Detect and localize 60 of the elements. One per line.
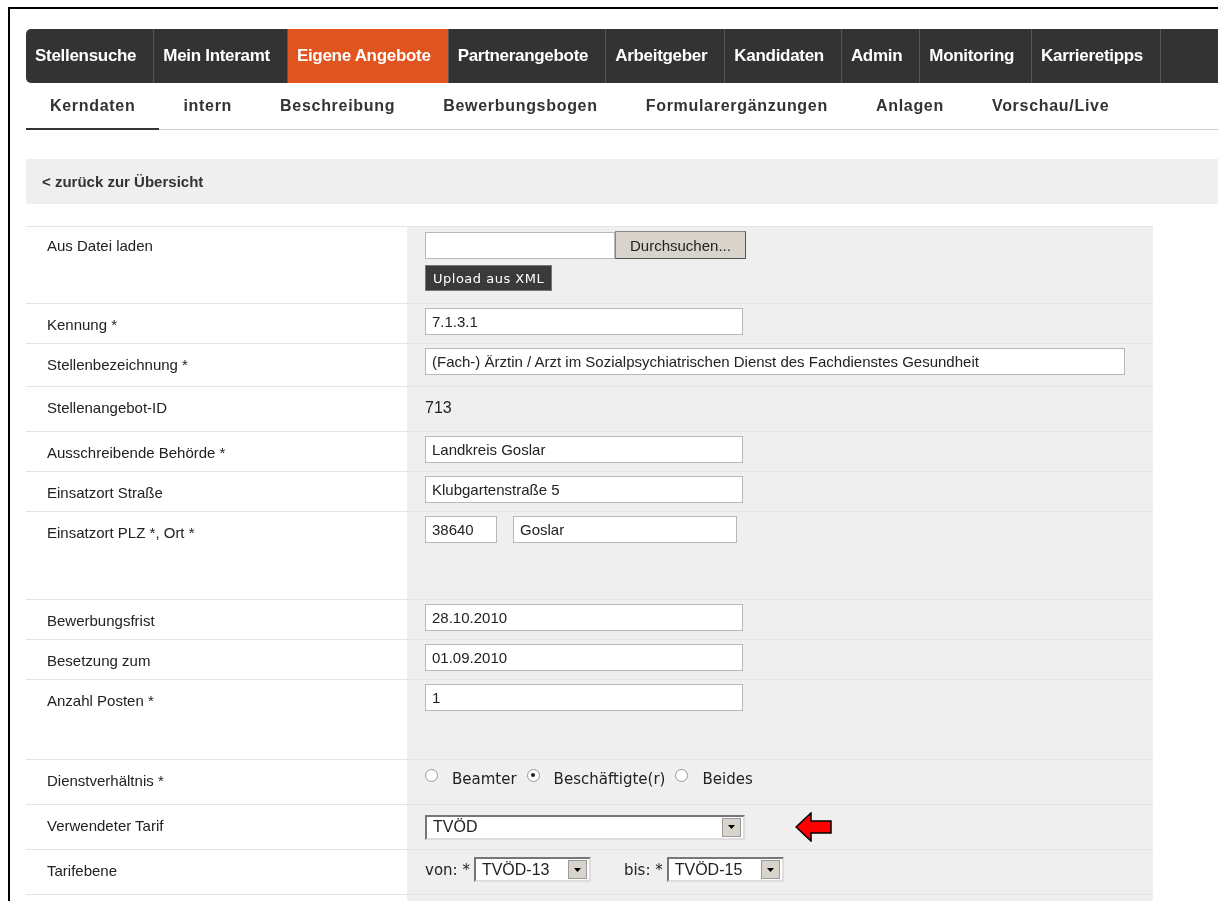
field-label: Stellenangebot-ID xyxy=(47,399,168,416)
back-link[interactable]: < zurück zur Übersicht xyxy=(42,173,204,190)
field-label: Stellenbezeichnung * xyxy=(47,356,188,373)
to-label: bis: * xyxy=(623,860,663,879)
text-field[interactable]: Landkreis Goslar xyxy=(425,436,743,463)
text-field[interactable]: 28.10.2010 xyxy=(425,604,743,631)
radio-button[interactable] xyxy=(675,768,689,782)
radio-button[interactable] xyxy=(425,768,438,782)
from-select[interactable]: TVÖD-13 xyxy=(473,857,591,882)
field-label: Einsatzort PLZ *, Ort * xyxy=(47,524,195,541)
text-field[interactable]: 7.1.3.1 xyxy=(425,308,743,335)
nav-tab[interactable]: Karrieretipps xyxy=(1032,29,1161,83)
dropdown-button[interactable] xyxy=(567,860,587,879)
value-text: 713 xyxy=(425,398,453,417)
field-label: Anzahl Posten * xyxy=(47,692,154,709)
browse-button[interactable]: Durchsuchen... xyxy=(615,231,746,259)
field-label: Dienstverhältnis * xyxy=(47,772,164,789)
nav-tab[interactable]: Arbeitgeber xyxy=(606,29,726,83)
radio-button[interactable] xyxy=(526,768,540,782)
text-field[interactable]: 01.09.2010 xyxy=(425,644,743,671)
field-label: Ausschreibende Behörde * xyxy=(47,444,226,461)
nav-tab[interactable]: Admin xyxy=(841,29,921,83)
field-label: Besetzung zum xyxy=(47,652,151,669)
sub-tab[interactable]: Kerndaten xyxy=(26,83,160,130)
tariff-select[interactable]: TVÖD xyxy=(425,814,745,840)
sub-tab[interactable]: intern xyxy=(159,83,257,130)
sub-tab[interactable]: Vorschau/Live xyxy=(967,83,1134,130)
file-path-field[interactable] xyxy=(425,231,615,259)
sub-tab[interactable]: Formularergänzungen xyxy=(621,83,852,130)
radio-option[interactable]: Beamter xyxy=(425,770,517,788)
text-field[interactable]: Klubgartenstraße 5 xyxy=(425,476,743,503)
field-label: Kennung * xyxy=(47,316,118,333)
nav-tab[interactable]: Stellensuche xyxy=(26,29,155,83)
nav-tab[interactable]: Kandidaten xyxy=(725,29,842,83)
radio-option[interactable]: Beschäftigte(r) xyxy=(526,770,666,788)
sub-tab[interactable]: Anlagen xyxy=(851,83,968,130)
caret-icon xyxy=(766,867,774,872)
nav-tab[interactable]: Monitoring xyxy=(920,29,1033,83)
caret-icon xyxy=(573,867,581,872)
city-field[interactable]: Goslar xyxy=(513,516,737,543)
dropdown-button[interactable] xyxy=(722,817,741,837)
sub-tab[interactable]: Bewerbungsbogen xyxy=(419,83,622,130)
nav-tab[interactable]: Eigene Angebote xyxy=(287,29,449,83)
to-select[interactable]: TVÖD-15 xyxy=(666,857,784,882)
nav-tab[interactable]: Partnerangebote xyxy=(448,29,607,83)
field-label: Bewerbungsfrist xyxy=(47,612,155,629)
field-label: Aus Datei laden xyxy=(47,237,153,254)
field-label: Einsatzort Straße xyxy=(47,484,163,501)
field-label: Tarifebene xyxy=(47,862,118,879)
text-field[interactable]: 1 xyxy=(425,684,743,711)
caret-icon xyxy=(728,825,735,829)
from-label: von: * xyxy=(425,860,470,879)
sub-tab[interactable]: Beschreibung xyxy=(256,83,420,130)
field-label: Verwendeter Tarif xyxy=(47,817,164,834)
text-field[interactable]: (Fach-) Ärztin / Arzt im Sozialpsychiatrischen Dienst des Fachdienstes Gesundheit xyxy=(425,348,1125,375)
upload-button[interactable]: Upload aus XML xyxy=(425,265,553,291)
dropdown-button[interactable] xyxy=(760,860,780,879)
radio-option[interactable]: Beides xyxy=(675,770,753,788)
postcode-field[interactable]: 38640 xyxy=(425,516,497,543)
nav-tab[interactable]: Mein Interamt xyxy=(154,29,288,83)
